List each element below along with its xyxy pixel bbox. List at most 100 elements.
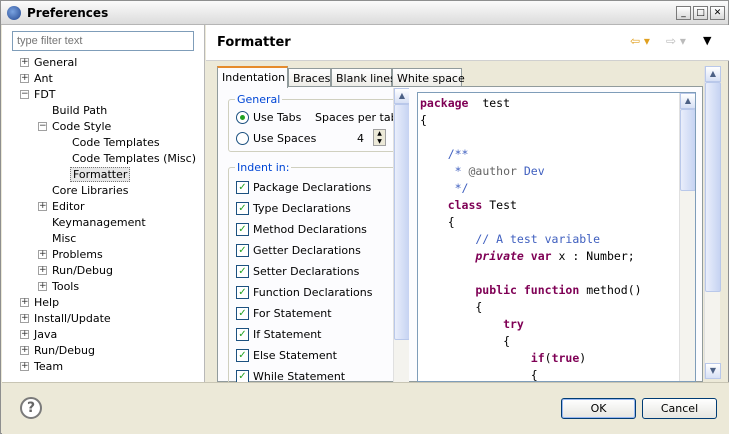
tree-item[interactable]: + Problems <box>2 247 205 263</box>
tree-item[interactable]: + Run/Debug <box>2 263 205 279</box>
page-scrollbar[interactable]: ▲ ▼ <box>704 66 721 379</box>
cancel-button[interactable]: Cancel <box>642 398 717 419</box>
spaces-spinner[interactable]: ▲ ▼ <box>373 129 386 146</box>
tree-item[interactable]: + Tools <box>2 279 205 295</box>
preview-code: package test{ /** * @author Dev */ class… <box>420 95 642 381</box>
use-spaces-radio[interactable] <box>236 132 249 145</box>
expand-icon[interactable]: + <box>20 314 29 323</box>
tree-item[interactable]: + Java <box>2 327 205 343</box>
tree-item[interactable]: Core Libraries <box>2 183 205 199</box>
code-token: { <box>420 215 455 229</box>
expand-icon[interactable]: + <box>38 282 47 291</box>
tree-item-label: Team <box>34 360 64 373</box>
indent-checkbox[interactable]: ✓ <box>236 265 249 278</box>
indent-checkbox-label: If Statement <box>253 328 322 341</box>
preview-scroll-thumb[interactable] <box>680 109 695 191</box>
indent-checkbox-label: Setter Declarations <box>253 265 360 278</box>
tab-white-space[interactable]: White space <box>392 68 465 87</box>
tree-item[interactable]: − FDT <box>2 87 205 103</box>
forward-arrow-icon[interactable]: ⇨ ▾ <box>666 34 686 48</box>
indent-checkbox[interactable]: ✓ <box>236 286 249 299</box>
expand-icon[interactable]: + <box>38 202 47 211</box>
tab-indentation[interactable]: Indentation <box>217 66 288 88</box>
maximize-button[interactable]: □ <box>693 6 708 20</box>
tree-item-label: Tools <box>52 280 80 293</box>
options-scrollbar[interactable]: ▲ <box>393 88 409 382</box>
tree-item[interactable]: Formatter <box>2 167 205 183</box>
indent-checkbox[interactable]: ✓ <box>236 370 249 382</box>
indent-checkbox-label: While Statement <box>253 370 346 382</box>
tree-item-label: Keymanagement <box>52 216 146 229</box>
tree-item-label: Java <box>34 328 58 341</box>
tree-item[interactable]: + Help <box>2 295 205 311</box>
ok-button[interactable]: OK <box>561 398 636 419</box>
tree-item-label: Help <box>34 296 60 309</box>
collapse-icon[interactable]: − <box>20 90 29 99</box>
expand-icon[interactable]: + <box>20 346 29 355</box>
collapse-icon[interactable]: − <box>38 122 47 131</box>
tree-item[interactable]: Code Templates (Misc) <box>2 151 205 167</box>
tree-item[interactable]: + Ant <box>2 71 205 87</box>
code-line: package test <box>420 95 642 112</box>
code-token: x : Number; <box>551 249 635 263</box>
minimize-button[interactable]: _ <box>676 6 691 20</box>
tree-item[interactable]: Misc <box>2 231 205 247</box>
code-token: Dev <box>516 164 545 178</box>
preview-scroll-up-icon[interactable]: ▲ <box>680 93 695 109</box>
page-scroll-thumb[interactable] <box>705 82 721 292</box>
spaces-per-tab-value[interactable]: 4 <box>357 132 364 145</box>
code-preview: package test{ /** * @author Dev */ class… <box>417 92 696 382</box>
code-line: if(true) <box>420 350 642 367</box>
indent-checkbox-label: Getter Declarations <box>253 244 361 257</box>
tree-item[interactable]: − Code Style <box>2 119 205 135</box>
tree-item-label: Ant <box>34 72 53 85</box>
spin-down-icon[interactable]: ▼ <box>374 138 385 146</box>
code-token: ) <box>579 351 587 365</box>
title-bar[interactable]: Preferences _ □ ✕ <box>1 1 728 25</box>
preferences-window: Preferences _ □ ✕ + General + Ant −FDTBuild … <box>0 0 729 434</box>
tree-item[interactable]: Code Templates <box>2 135 205 151</box>
help-icon[interactable]: ? <box>20 397 42 419</box>
tree-item[interactable]: + Install/Update <box>2 311 205 327</box>
indent-checkbox[interactable]: ✓ <box>236 328 249 341</box>
expand-icon[interactable]: + <box>20 330 29 339</box>
use-tabs-radio[interactable] <box>236 111 249 124</box>
indent-checkbox[interactable]: ✓ <box>236 349 249 362</box>
tree-item-label: General <box>34 56 78 69</box>
view-menu-icon[interactable]: ▼ <box>703 34 711 47</box>
expand-icon[interactable]: + <box>20 298 29 307</box>
tab-braces[interactable]: Braces <box>288 68 331 87</box>
tab-blank-lines[interactable]: Blank lines <box>331 68 396 87</box>
expand-icon[interactable]: + <box>20 58 29 67</box>
code-line: { <box>420 214 642 231</box>
expand-icon[interactable]: + <box>20 362 29 371</box>
code-line: class Test <box>420 197 642 214</box>
expand-icon[interactable]: + <box>38 250 47 259</box>
scroll-thumb[interactable] <box>394 104 409 340</box>
general-group-label: General <box>235 93 283 106</box>
tree-item[interactable]: + Run/Debug <box>2 343 205 359</box>
back-arrow-icon[interactable]: ⇦ ▾ <box>630 34 650 48</box>
page-scroll-up-icon[interactable]: ▲ <box>705 66 721 82</box>
code-line: { <box>420 333 642 350</box>
tree-item[interactable]: Build Path <box>2 103 205 119</box>
tree-item[interactable]: + Team <box>2 359 205 375</box>
expand-icon[interactable]: + <box>20 74 29 83</box>
expand-icon[interactable]: + <box>38 266 47 275</box>
indent-checkbox[interactable]: ✓ <box>236 181 249 194</box>
page-scroll-down-icon[interactable]: ▼ <box>705 363 721 379</box>
indent-checkbox[interactable]: ✓ <box>236 202 249 215</box>
tree-item[interactable]: + General <box>2 55 205 71</box>
indent-checkbox[interactable]: ✓ <box>236 223 249 236</box>
filter-input[interactable] <box>12 31 194 51</box>
preview-scrollbar[interactable]: ▲ <box>679 93 695 381</box>
close-button[interactable]: ✕ <box>710 6 725 20</box>
tree-item[interactable]: Keymanagement <box>2 215 205 231</box>
tree-item[interactable]: + Editor <box>2 199 205 215</box>
indent-checkbox[interactable]: ✓ <box>236 244 249 257</box>
spin-up-icon[interactable]: ▲ <box>374 130 385 138</box>
code-token: * <box>420 164 469 178</box>
indent-checkbox[interactable]: ✓ <box>236 307 249 320</box>
scroll-up-icon[interactable]: ▲ <box>394 88 409 104</box>
